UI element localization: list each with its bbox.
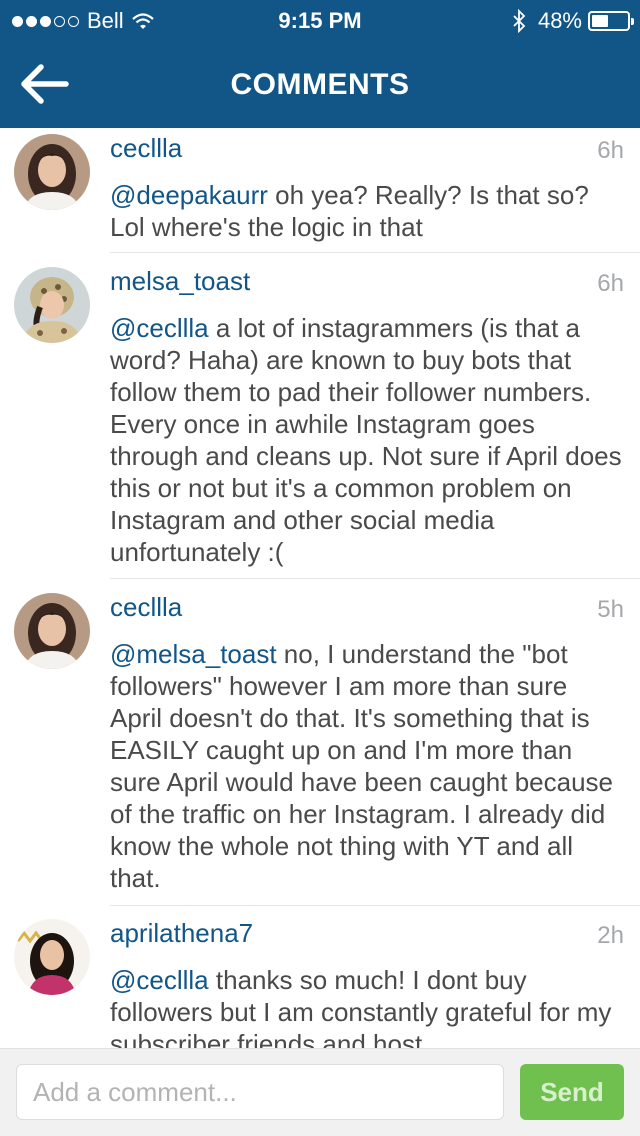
comment-body: no, I understand the "bot followers" how… <box>110 639 614 893</box>
comment-username[interactable]: cecllla <box>110 133 182 164</box>
avatar[interactable] <box>14 134 90 210</box>
comment-list[interactable]: cecllla 6h @deepakaurr oh yea? Really? I… <box>0 128 640 1048</box>
battery-icon <box>588 11 634 31</box>
avatar[interactable] <box>14 593 90 669</box>
status-right-group: 48% <box>512 8 634 34</box>
comment-text: @melsa_toast no, I understand the "bot f… <box>110 638 624 894</box>
comment-text: @cecllla a lot of instagrammers (is that… <box>110 312 624 568</box>
comment-item: melsa_toast 6h @cecllla a lot of instagr… <box>0 253 640 579</box>
page-title: COMMENTS <box>230 68 410 101</box>
navigation-bar: COMMENTS <box>0 40 640 128</box>
comment-username[interactable]: melsa_toast <box>110 266 250 297</box>
comment-input[interactable] <box>16 1064 504 1120</box>
comment-mention[interactable]: @cecllla <box>110 313 209 343</box>
avatar[interactable] <box>14 267 90 343</box>
comment-username[interactable]: cecllla <box>110 592 182 623</box>
comment-time: 6h <box>597 137 624 164</box>
bluetooth-icon <box>513 9 526 33</box>
comment-time: 6h <box>597 270 624 297</box>
comment-text: @cecllla thanks so much! I dont buy foll… <box>110 964 624 1048</box>
comment-mention[interactable]: @cecllla <box>110 965 209 995</box>
comment-mention[interactable]: @melsa_toast <box>110 639 277 669</box>
comment-text: @deepakaurr oh yea? Really? Is that so? … <box>110 179 624 243</box>
comment-mention[interactable]: @deepakaurr <box>110 180 268 210</box>
comment-item: cecllla 6h @deepakaurr oh yea? Really? I… <box>0 128 640 253</box>
comment-username[interactable]: aprilathena7 <box>110 918 253 949</box>
battery-percent: 48% <box>537 8 582 33</box>
comment-item: cecllla 5h @melsa_toast no, I understand… <box>0 579 640 906</box>
comment-compose-bar: Send <box>0 1048 640 1136</box>
comment-time: 2h <box>597 922 624 949</box>
comment-item: aprilathena7 2h @cecllla thanks so much!… <box>0 905 640 1048</box>
comment-time: 5h <box>597 596 624 623</box>
send-button[interactable]: Send <box>520 1064 624 1120</box>
status-bar: Bell 9:15 PM 48% <box>0 0 640 40</box>
avatar[interactable] <box>14 919 90 995</box>
comment-body: a lot of instagrammers (is that a word? … <box>110 313 622 567</box>
